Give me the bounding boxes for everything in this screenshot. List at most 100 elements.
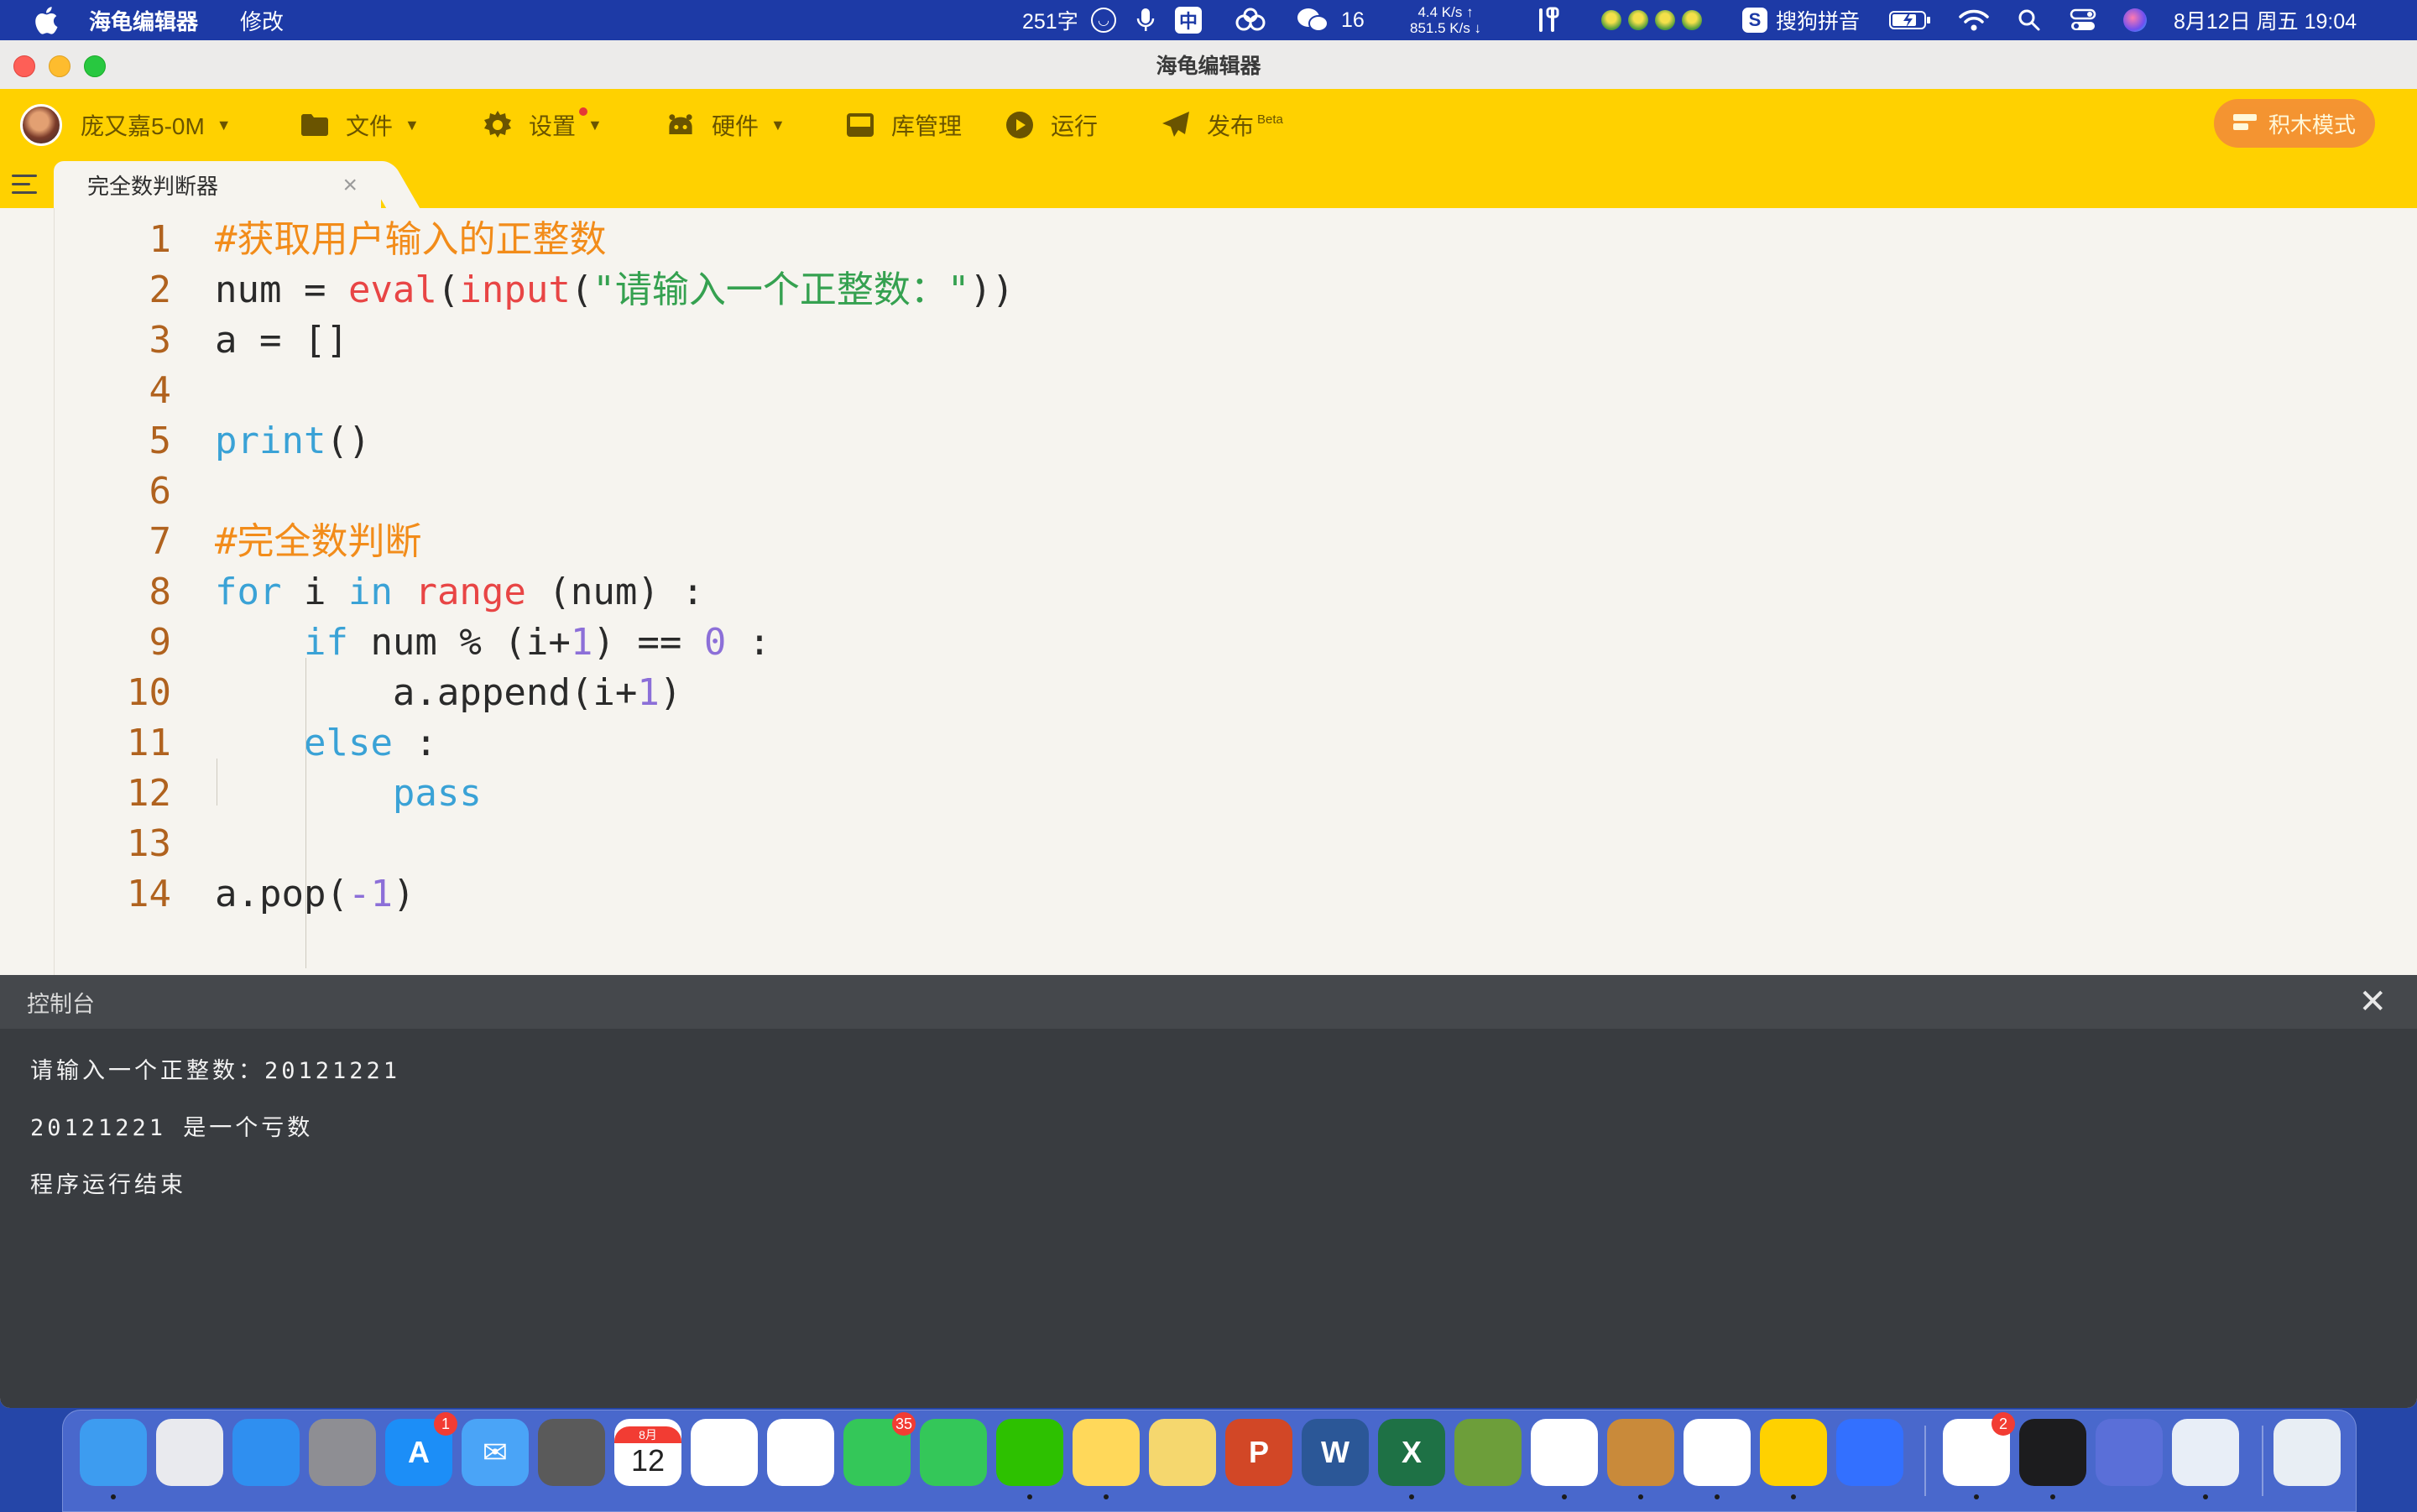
system-preferences-icon[interactable] <box>309 1419 376 1486</box>
wechat-icon[interactable] <box>996 1419 1063 1486</box>
search-icon[interactable] <box>2018 0 2041 40</box>
status-lights-icon[interactable] <box>1601 0 1702 40</box>
messages-icon[interactable]: 35 <box>843 1412 916 1486</box>
dock-icon-glyph: A <box>408 1435 430 1469</box>
run-menu-button[interactable]: 运行 <box>1005 89 1098 161</box>
ime-mode-icon[interactable]: 中 <box>1175 0 1202 40</box>
app-store-icon[interactable]: A1 <box>385 1412 457 1486</box>
finder-icon[interactable] <box>80 1419 147 1486</box>
user-name: 庞又嘉5-0M <box>81 113 205 139</box>
powerpoint-icon[interactable]: P <box>1225 1419 1292 1486</box>
maximize-window-button[interactable] <box>84 55 106 77</box>
code-token-default: : <box>726 621 771 664</box>
launchpad-icon[interactable] <box>156 1419 223 1486</box>
wechat-count[interactable]: 16 <box>1341 0 1365 40</box>
code-line[interactable]: 12 pass <box>0 769 2417 819</box>
dock-icon-glyph: P <box>1248 1435 1269 1469</box>
notification-badge: 1 <box>434 1412 457 1436</box>
close-console-icon[interactable]: ✕ <box>2358 985 2387 1019</box>
minimize-window-button[interactable] <box>49 55 70 77</box>
file-menu[interactable]: 文件 ▼ <box>300 89 420 161</box>
code-line[interactable]: 8 for i in range (num) : <box>0 567 2417 618</box>
user-menu[interactable]: 庞又嘉5-0M ▼ <box>20 89 232 161</box>
menu-bar-left: 海龟编辑器 修改 <box>0 5 284 36</box>
siri-icon[interactable] <box>2123 0 2147 40</box>
input-method-label: 搜狗拼音 <box>1776 10 1861 34</box>
library-manager-button[interactable]: 库管理 <box>846 89 962 161</box>
microphone-icon[interactable] <box>1136 0 1155 40</box>
calculator-icon[interactable] <box>538 1419 605 1486</box>
chrome-icon[interactable] <box>1531 1419 1598 1486</box>
feishu-icon[interactable] <box>1836 1419 1903 1486</box>
safari-icon[interactable] <box>232 1419 300 1486</box>
line-number: 2 <box>149 269 172 311</box>
library-manager-label: 库管理 <box>891 113 963 139</box>
close-tab-icon[interactable]: × <box>342 171 358 200</box>
sidebar-toggle-icon[interactable] <box>12 173 40 196</box>
word-icon[interactable]: W <box>1302 1419 1369 1486</box>
toolbar: 庞又嘉5-0M ▼ 文件 ▼ 设置 ▼ 硬件 ▼ 库管理 运行 发布 Beta … <box>0 89 2417 161</box>
close-window-button[interactable] <box>13 55 35 77</box>
code-line[interactable]: 3 a = [] <box>0 315 2417 366</box>
code-line[interactable]: 11 else : <box>0 718 2417 769</box>
activity-monitor-icon[interactable] <box>2019 1419 2086 1486</box>
menu-clock[interactable]: 8月12日 周五 19:04 <box>2174 0 2357 40</box>
preview-icon[interactable] <box>2172 1419 2239 1486</box>
photos-icon[interactable] <box>767 1419 834 1486</box>
word-count[interactable]: 251字 <box>1022 0 1078 40</box>
settings-menu[interactable]: 设置 ▼ <box>483 89 603 161</box>
apple-icon[interactable] <box>34 6 59 34</box>
notes-icon[interactable] <box>1073 1419 1140 1486</box>
wechat-status-icon[interactable] <box>1296 0 1329 40</box>
stickies-icon[interactable] <box>1149 1419 1216 1486</box>
code-line[interactable]: 5 print() <box>0 416 2417 467</box>
mail-icon[interactable]: ✉ <box>462 1419 529 1486</box>
publish-button[interactable]: 发布 Beta <box>1162 89 1283 161</box>
wifi-icon[interactable] <box>1959 0 1989 40</box>
emoji-icon[interactable]: ◡ <box>1091 0 1116 40</box>
pixiu-icon[interactable] <box>2096 1419 2163 1486</box>
control-center-icon[interactable] <box>2070 0 2096 40</box>
excel-icon[interactable]: X <box>1378 1419 1445 1486</box>
code-line[interactable]: 6 <box>0 467 2417 517</box>
line-number: 13 <box>127 822 171 865</box>
code-line[interactable]: 14 a.pop(-1) <box>0 869 2417 920</box>
hardware-menu[interactable]: 硬件 ▼ <box>666 89 786 161</box>
code-line[interactable]: 4 <box>0 366 2417 416</box>
battery-icon[interactable] <box>1888 0 1932 40</box>
line-number: 4 <box>149 369 172 412</box>
menu-edit[interactable]: 修改 <box>240 5 284 36</box>
facetime-icon[interactable] <box>920 1419 987 1486</box>
block-mode-button[interactable]: 积木模式 <box>2214 99 2375 148</box>
reminders-icon[interactable] <box>691 1419 758 1486</box>
title-bar[interactable]: 海龟编辑器 <box>0 40 2417 90</box>
trash-icon[interactable] <box>2273 1419 2341 1486</box>
calendar-icon[interactable]: 8月 12 <box>614 1419 681 1486</box>
minecraft-icon[interactable] <box>1454 1419 1522 1486</box>
menu-app-name[interactable]: 海龟编辑器 <box>89 5 198 36</box>
microsoft-installer-icon[interactable]: 2 <box>1943 1412 2015 1486</box>
code-line[interactable]: 10 a.append(i+1) <box>0 668 2417 718</box>
code-token-default <box>215 722 304 764</box>
code-line[interactable]: 1 #获取用户输入的正整数 <box>0 215 2417 265</box>
code-text: print() <box>215 416 370 467</box>
paper-plane-icon <box>1162 111 1190 139</box>
network-speed[interactable]: 4.4 K/s ↑ 851.5 K/s ↓ <box>1410 0 1481 40</box>
turtle-editor-icon[interactable] <box>1760 1419 1827 1486</box>
tools-icon[interactable] <box>1536 0 1561 40</box>
baidu-netdisk-icon[interactable] <box>1684 1419 1751 1486</box>
code-token-default: (num) : <box>525 571 704 613</box>
tab-file[interactable]: 完全数判断器 × <box>54 161 381 208</box>
chevron-down-icon: ▼ <box>216 116 232 133</box>
code-editor[interactable]: 1 #获取用户输入的正整数 2 num = eval(input("请输入一个正整数：… <box>0 208 2417 975</box>
beta-badge: Beta <box>1257 112 1283 127</box>
console-output-line: 请输入一个正整数：20121221 <box>30 1058 401 1084</box>
books-stack-icon[interactable] <box>1607 1419 1674 1486</box>
sogou-icon[interactable]: S 搜狗拼音 <box>1742 0 1860 40</box>
code-line[interactable]: 7 #完全数判断 <box>0 517 2417 567</box>
cloud-sync-icon[interactable] <box>1232 0 1269 40</box>
code-line[interactable]: 13 <box>0 819 2417 869</box>
code-token-default <box>215 772 393 815</box>
code-line[interactable]: 2 num = eval(input("请输入一个正整数：")) <box>0 265 2417 315</box>
code-line[interactable]: 9 if num % (i+1) == 0 : <box>0 618 2417 668</box>
